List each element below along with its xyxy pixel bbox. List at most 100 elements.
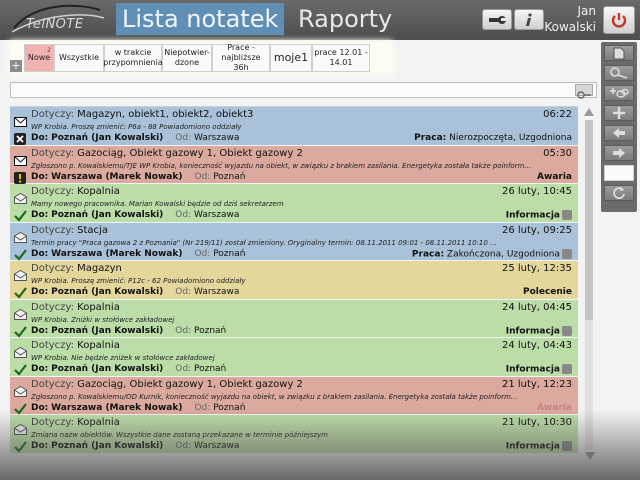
type-value: Informacja [505,441,560,452]
search-key-icon [610,67,628,79]
note-description: Zgłoszono p. Kowalskiemu/OD Kurnik, koni… [31,392,518,401]
to-label: Do: [31,441,49,451]
note-row[interactable]: Dotyczy: Gazociąg, Obiekt gazowy 1, Obie… [10,145,578,184]
filter-tab-new[interactable]: Nowe 2 [24,44,54,72]
note-type: Awaria [537,172,572,182]
from-label: Od: [175,325,192,336]
subject-label: Dotyczy: [31,417,74,428]
type-prefix: Praca: [411,249,445,259]
note-row[interactable]: Dotyczy: Kopalnia 24 luty, 04:43 WP Krobia… [10,338,578,377]
note-row[interactable]: Dotyczy: Magazyn 25 luty, 12:35 WP Krobia.… [10,261,578,300]
from-value: Warszawa [194,133,240,143]
type-prefix: Praca: [414,133,447,143]
check-icon [14,323,27,338]
filter-tab-works-dates[interactable]: prace 12.01 - 14.01 [312,44,370,72]
subject-text: Kopalnia [77,186,120,197]
add-filter-button[interactable]: + [10,60,22,72]
from-label: Od: [175,364,192,374]
from-label: Od: [194,402,211,413]
attachment-icon[interactable] [562,441,572,451]
filter-tab-all[interactable]: Wszystkie [54,44,104,72]
note-recipient: Do: Poznań (Jan Kowalski) Od: Warszawa [31,441,239,451]
check-icon [14,207,27,222]
forward-button[interactable] [604,145,634,161]
attachment-icon[interactable] [562,325,572,336]
wrench-icon [489,15,506,24]
attachment-icon[interactable] [562,248,572,259]
note-type: Polecenie [523,287,572,297]
from-value: Warszawa [194,210,240,220]
note-description: WP Krobia. Nie będzie zniżek w stołówce … [31,354,215,362]
note-description: Termin pracy "Praca gazowa 2 z Poznania"… [31,238,497,247]
settings-button[interactable] [482,9,512,30]
filter-tab-works-36h[interactable]: Prace - najbliższe 36h [212,43,270,72]
add-link-button[interactable] [604,85,634,101]
subject-text: Kopalnia [77,340,120,351]
filter-tab-label: Prace - najbliższe 36h [221,43,261,72]
back-button[interactable] [604,125,634,141]
note-description: Zgłoszono p. Kowalskiemu/TJE WP Krobia, … [31,161,532,170]
empty-slot-button[interactable] [604,165,634,181]
type-value: Awaria [537,171,572,182]
logout-button[interactable] [603,6,635,34]
subject-label: Dotyczy: [31,340,74,351]
user-first-name: Jan [577,4,597,18]
subject-text: Gazociąg, Obiekt gazowy 1, Obiekt gazowy… [77,378,303,390]
note-row[interactable]: Dotyczy: Magazyn, obiekt1, obiekt2, obie… [10,107,578,146]
note-subject: Dotyczy: Kopalnia [31,417,120,428]
note-recipient: Do: Poznań (Jan Kowalski) Od: Warszawa [31,287,239,297]
from-label: Od: [175,441,192,451]
new-note-button[interactable] [604,45,634,61]
note-row[interactable]: Dotyczy: Kopalnia 21 luty, 10:30 Zmiana na… [10,415,578,454]
from-value: Warszawa [194,441,240,451]
note-time: 21 luty, 10:30 [501,417,572,428]
arrow-right-icon [613,148,625,158]
note-description: WP Krobia. Proszę zmienić: P12c - 62 Pow… [31,277,246,285]
search-key-button[interactable] [604,65,634,81]
from-label: Od: [175,210,192,220]
envelope-open-icon [14,420,27,435]
note-subject: Dotyczy: Gazociąg, Obiekt gazowy 1, Obie… [31,379,303,390]
to-value: Poznań (Jan Kowalski) [51,287,164,297]
envelope-open-icon [14,382,27,397]
from-label: Od: [194,248,211,259]
filter-tab-moje1[interactable]: moje1 [270,44,312,72]
app-window: TelNOTE Lista notatek Raporty Jan Kowals… [0,0,640,480]
from-value: Poznań [213,171,246,182]
filter-tab-unconfirmed[interactable]: Niepotwier-dzone [162,44,212,72]
subject-label: Dotyczy: [31,263,74,274]
note-time: 26 luty, 10:45 [501,186,572,197]
plus-icon [613,107,625,119]
subject-label: Dotyczy: [31,109,74,120]
note-type: Praca: Zakończona, Uzgodniona [411,248,572,259]
note-type: Praca: Nierozpoczęta, Uzgodniona [414,133,572,143]
note-row[interactable]: Dotyczy: Gazociąg, Obiekt gazowy 1, Obie… [10,376,578,415]
note-recipient: Do: Poznań (Jan Kowalski) Od: Warszawa [31,210,239,220]
add-link-icon [610,88,629,98]
note-time: 24 luty, 04:45 [501,301,572,313]
attachment-icon[interactable] [562,364,572,374]
to-label: Do: [31,248,49,259]
note-subject: Dotyczy: Stacja [31,225,108,236]
search-input[interactable] [10,82,597,98]
type-value: Polecenie [522,287,572,297]
tab-notes-list[interactable]: Lista notatek [116,3,285,35]
note-row[interactable]: Dotyczy: Stacja 26 luty, 09:25 Termin prac… [10,222,578,261]
scroll-up-arrow-icon[interactable] [584,108,594,116]
to-value: Warszawa (Marek Nowak) [51,402,183,413]
scrollbar[interactable] [582,106,598,460]
scroll-thumb[interactable] [585,120,593,320]
refresh-button[interactable] [604,185,634,201]
to-value: Poznań (Jan Kowalski) [51,364,164,374]
filter-tab-reminder[interactable]: w trakcie przypomnienia [103,44,163,72]
note-row[interactable]: Dotyczy: Kopalnia 24 luty, 04:45 WP Krobia… [10,299,578,338]
from-value: Poznań [194,364,227,374]
user-last-name: Kowalski [544,20,596,34]
add-button[interactable] [604,105,634,121]
scroll-down-arrow-icon[interactable] [585,452,595,460]
check-icon [14,284,27,299]
tab-reports[interactable]: Raporty [292,3,398,35]
search-button[interactable] [575,84,593,99]
attachment-icon[interactable] [562,210,572,220]
note-row[interactable]: Dotyczy: Kopalnia 26 luty, 10:45 Mamy nowe… [10,184,578,223]
